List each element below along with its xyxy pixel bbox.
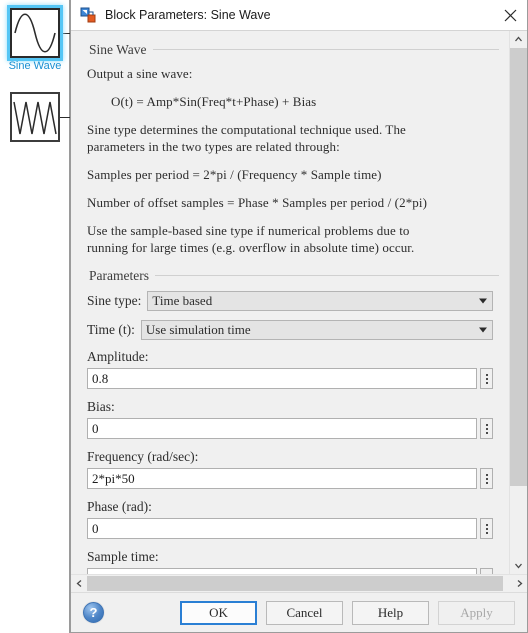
sine-wave-description-group: Sine Wave Output a sine wave: O(t) = Amp… <box>81 41 499 256</box>
cancel-button[interactable]: Cancel <box>266 600 343 625</box>
vertical-scrollbar[interactable] <box>509 31 527 574</box>
frequency-input[interactable]: 2*pi*50 <box>87 468 477 489</box>
horizontal-scrollbar-track[interactable] <box>87 576 511 591</box>
description-line-2: Sine type determines the computational t… <box>87 122 406 154</box>
block-parameters-dialog: Block Parameters: Sine Wave Sine Wave Ou… <box>70 0 528 633</box>
phase-input[interactable]: 0 <box>87 518 477 539</box>
triangle-wave-icon <box>12 94 58 140</box>
vertical-scrollbar-thumb[interactable] <box>510 48 527 486</box>
sine-wave-output-wire <box>60 33 70 34</box>
bias-input[interactable]: 0 <box>87 418 477 439</box>
sine-wave-icon <box>12 10 58 56</box>
amplitude-row: 0.8 <box>87 368 493 389</box>
ok-button[interactable]: OK <box>180 600 257 625</box>
amplitude-label: Amplitude: <box>87 349 149 364</box>
dialog-content: Sine Wave Output a sine wave: O(t) = Amp… <box>71 31 509 574</box>
bias-label: Bias: <box>87 399 115 414</box>
dialog-body: Sine Wave Output a sine wave: O(t) = Amp… <box>71 30 527 632</box>
bias-more-options-icon[interactable] <box>480 418 493 439</box>
time-t-value: Use simulation time <box>145 322 251 337</box>
dialog-titlebar: Block Parameters: Sine Wave <box>71 0 527 30</box>
triangle-wave-output-wire <box>60 117 70 118</box>
scroll-down-icon[interactable] <box>510 557 527 574</box>
bias-row: 0 <box>87 418 493 439</box>
frequency-more-options-icon[interactable] <box>480 468 493 489</box>
apply-button: Apply <box>438 600 515 625</box>
close-icon[interactable] <box>494 1 527 30</box>
sine-type-row: Sine type: Time based <box>87 291 493 311</box>
sine-type-label: Sine type: <box>87 293 142 308</box>
dialog-scroll-area: Sine Wave Output a sine wave: O(t) = Amp… <box>71 30 527 574</box>
time-t-row: Time (t): Use simulation time <box>87 320 493 340</box>
description-group-title: Sine Wave <box>81 42 153 58</box>
dialog-title: Block Parameters: Sine Wave <box>105 8 271 22</box>
amplitude-more-options-icon[interactable] <box>480 368 493 389</box>
time-t-label: Time (t): <box>87 322 135 337</box>
frequency-label: Frequency (rad/sec): <box>87 449 199 464</box>
parameters-group: Parameters Sine type: Time based Time (t… <box>81 267 499 574</box>
scroll-left-icon[interactable] <box>71 579 87 588</box>
chevron-down-icon <box>479 327 487 333</box>
vertical-scrollbar-track[interactable] <box>510 48 527 557</box>
simulink-block-icon <box>80 7 97 24</box>
parameters-group-title: Parameters <box>81 268 155 284</box>
description-line-3: Samples per period = 2*pi / (Frequency *… <box>87 167 382 182</box>
help-circle-icon[interactable]: ? <box>83 602 104 623</box>
phase-label: Phase (rad): <box>87 499 152 514</box>
description-line-4: Number of offset samples = Phase * Sampl… <box>87 195 428 210</box>
amplitude-input[interactable]: 0.8 <box>87 368 477 389</box>
help-button[interactable]: Help <box>352 600 429 625</box>
scroll-up-icon[interactable] <box>510 31 527 48</box>
chevron-down-icon <box>479 298 487 304</box>
scroll-right-icon[interactable] <box>511 579 527 588</box>
frequency-row: 2*pi*50 <box>87 468 493 489</box>
horizontal-scrollbar-thumb[interactable] <box>87 576 503 591</box>
sample-time-row <box>87 568 493 574</box>
sine-type-dropdown[interactable]: Time based <box>147 291 493 311</box>
dialog-footer: ? OK Cancel Help Apply <box>71 592 527 632</box>
dialog-button-row: OK Cancel Help Apply <box>180 600 515 625</box>
description-line-5: Use the sample-based sine type if numeri… <box>87 223 415 255</box>
sample-time-label: Sample time: <box>87 549 159 564</box>
sine-wave-block-label: Sine Wave <box>8 60 62 72</box>
description-line-1: Output a sine wave: <box>87 66 193 81</box>
sine-wave-block[interactable] <box>10 8 60 58</box>
time-t-dropdown[interactable]: Use simulation time <box>140 320 493 340</box>
sample-time-more-options-icon[interactable] <box>480 568 493 574</box>
horizontal-scrollbar[interactable] <box>71 574 527 592</box>
sample-time-input[interactable] <box>87 568 477 574</box>
phase-more-options-icon[interactable] <box>480 518 493 539</box>
triangle-wave-block[interactable] <box>10 92 60 142</box>
sine-type-value: Time based <box>152 293 213 308</box>
description-equation: O(t) = Amp*Sin(Freq*t+Phase) + Bias <box>111 94 317 109</box>
phase-row: 0 <box>87 518 493 539</box>
